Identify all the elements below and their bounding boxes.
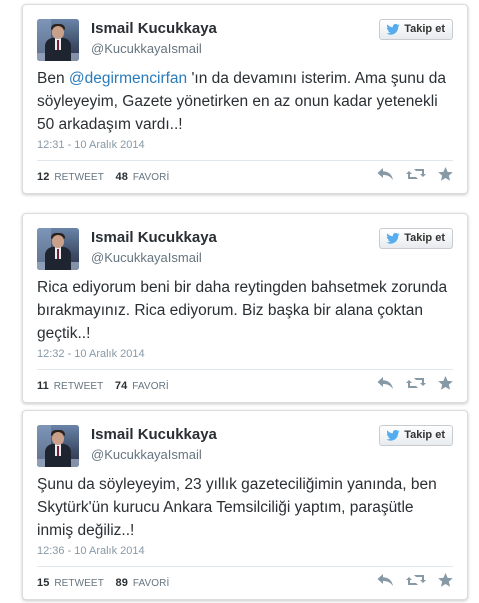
author-handle[interactable]: @KucukkayaIsmail (91, 41, 202, 56)
favorite-label: FAVORİ (132, 172, 170, 183)
retweet-count[interactable]: 15 (37, 577, 49, 589)
reply-icon[interactable] (377, 167, 394, 186)
retweet-count[interactable]: 12 (37, 171, 49, 183)
tweet-actions (377, 572, 453, 592)
divider (37, 566, 453, 567)
tweet-header: Ismail Kucukkaya @KucukkayaIsmail Takip … (37, 425, 453, 469)
twitter-bird-icon (386, 430, 400, 441)
tweet-card-2: Ismail Kucukkaya @KucukkayaIsmail Takip … (22, 213, 468, 403)
tweet-stats: 11 RETWEET 74 FAVORİ (37, 380, 169, 392)
avatar[interactable] (37, 19, 79, 61)
favorite-count[interactable]: 74 (115, 380, 127, 392)
follow-button[interactable]: Takip et (379, 19, 453, 40)
divider (37, 369, 453, 370)
follow-label: Takip et (404, 23, 445, 35)
author-name[interactable]: Ismail Kucukkaya (91, 20, 217, 37)
follow-label: Takip et (404, 429, 445, 441)
retweet-icon[interactable] (406, 167, 426, 186)
tweet-card-3: Ismail Kucukkaya @KucukkayaIsmail Takip … (22, 410, 468, 600)
tweet-text: Şunu da söyleyeyim, 23 yıllık gazetecili… (37, 476, 437, 539)
reply-icon[interactable] (377, 376, 394, 395)
retweet-label: RETWEET (54, 578, 104, 589)
follow-button[interactable]: Takip et (379, 228, 453, 249)
favorite-count[interactable]: 89 (116, 577, 128, 589)
favorite-star-icon[interactable] (438, 375, 453, 395)
tweet-card-1: Ismail Kucukkaya @KucukkayaIsmail Takip … (22, 4, 468, 194)
retweet-icon[interactable] (406, 376, 426, 395)
favorite-label: FAVORİ (132, 578, 170, 589)
follow-button[interactable]: Takip et (379, 425, 453, 446)
tweet-timestamp[interactable]: 12:32 - 10 Aralık 2014 (37, 348, 145, 360)
favorite-label: FAVORİ (132, 381, 169, 392)
mention-link[interactable]: @degirmencirfan (69, 70, 187, 87)
tweet-stats: 12 RETWEET 48 FAVORİ (37, 171, 169, 183)
author-handle[interactable]: @KucukkayaIsmail (91, 447, 202, 462)
retweet-count[interactable]: 11 (37, 380, 49, 392)
tweet-text-part: Ben (37, 70, 69, 87)
author-name[interactable]: Ismail Kucukkaya (91, 426, 217, 443)
tweet-header: Ismail Kucukkaya @KucukkayaIsmail Takip … (37, 19, 453, 63)
tweet-text: Ben @degirmencirfan 'ın da devamını iste… (37, 67, 453, 136)
avatar[interactable] (37, 425, 79, 467)
avatar[interactable] (37, 228, 79, 270)
tweet-actions (377, 166, 453, 186)
tweet-stats: 15 RETWEET 89 FAVORİ (37, 577, 169, 589)
favorite-count[interactable]: 48 (116, 171, 128, 183)
tweet-header: Ismail Kucukkaya @KucukkayaIsmail Takip … (37, 228, 453, 272)
twitter-bird-icon (386, 24, 400, 35)
retweet-label: RETWEET (53, 381, 104, 392)
twitter-bird-icon (386, 233, 400, 244)
reply-icon[interactable] (377, 573, 394, 592)
tweet-timestamp[interactable]: 12:31 - 10 Aralık 2014 (37, 139, 145, 151)
favorite-star-icon[interactable] (438, 572, 453, 592)
retweet-label: RETWEET (54, 172, 104, 183)
author-handle[interactable]: @KucukkayaIsmail (91, 250, 202, 265)
follow-label: Takip et (404, 232, 445, 244)
tweet-timestamp[interactable]: 12:36 - 10 Aralık 2014 (37, 545, 145, 557)
tweet-actions (377, 375, 453, 395)
favorite-star-icon[interactable] (438, 166, 453, 186)
divider (37, 160, 453, 161)
tweet-text: Rica ediyorum beni bir daha reytingden b… (37, 279, 448, 342)
author-name[interactable]: Ismail Kucukkaya (91, 229, 217, 246)
retweet-icon[interactable] (406, 573, 426, 592)
